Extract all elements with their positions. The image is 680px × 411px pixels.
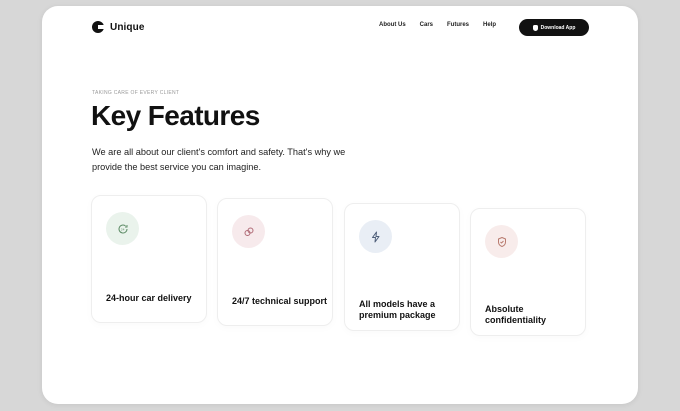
apple-icon bbox=[532, 24, 538, 31]
brand-name: Unique bbox=[110, 21, 145, 33]
nav-cars[interactable]: Cars bbox=[420, 22, 433, 28]
nav-about-us[interactable]: About Us bbox=[379, 22, 406, 28]
shield-icon bbox=[485, 225, 518, 258]
nav-futures[interactable]: Futures bbox=[447, 22, 469, 28]
feature-card-delivery[interactable]: 24 24-hour car delivery bbox=[91, 195, 207, 323]
app-window: Unique About Us Cars Futures Help Downlo… bbox=[42, 6, 638, 404]
eyebrow-text: TAKING CARE OF EVERY CLIENT bbox=[92, 90, 180, 96]
support-icon bbox=[232, 215, 265, 248]
feature-card-confidentiality[interactable]: Absolute confidentiality bbox=[470, 208, 586, 336]
feature-label: 24-hour car delivery bbox=[106, 293, 192, 303]
page-title: Key Features bbox=[91, 100, 260, 131]
feature-card-premium[interactable]: All models have a premium package bbox=[344, 203, 460, 331]
download-app-button[interactable]: Download App bbox=[519, 19, 589, 36]
hero-description: We are all about our client's comfort an… bbox=[92, 147, 346, 172]
nav-help[interactable]: Help bbox=[483, 22, 496, 28]
c-shape-logo-icon bbox=[92, 21, 104, 33]
feature-card-support[interactable]: 24/7 technical support bbox=[217, 198, 333, 326]
brand[interactable]: Unique bbox=[92, 21, 145, 33]
clock-24-icon: 24 bbox=[106, 212, 139, 245]
top-nav: About Us Cars Futures Help bbox=[379, 22, 496, 28]
lightning-icon bbox=[359, 220, 392, 253]
download-app-label: Download App bbox=[540, 24, 576, 31]
feature-label: All models have a premium package bbox=[359, 299, 436, 320]
svg-text:24: 24 bbox=[120, 227, 124, 231]
feature-label: 24/7 technical support bbox=[232, 296, 328, 306]
feature-label: Absolute confidentiality bbox=[485, 304, 547, 325]
